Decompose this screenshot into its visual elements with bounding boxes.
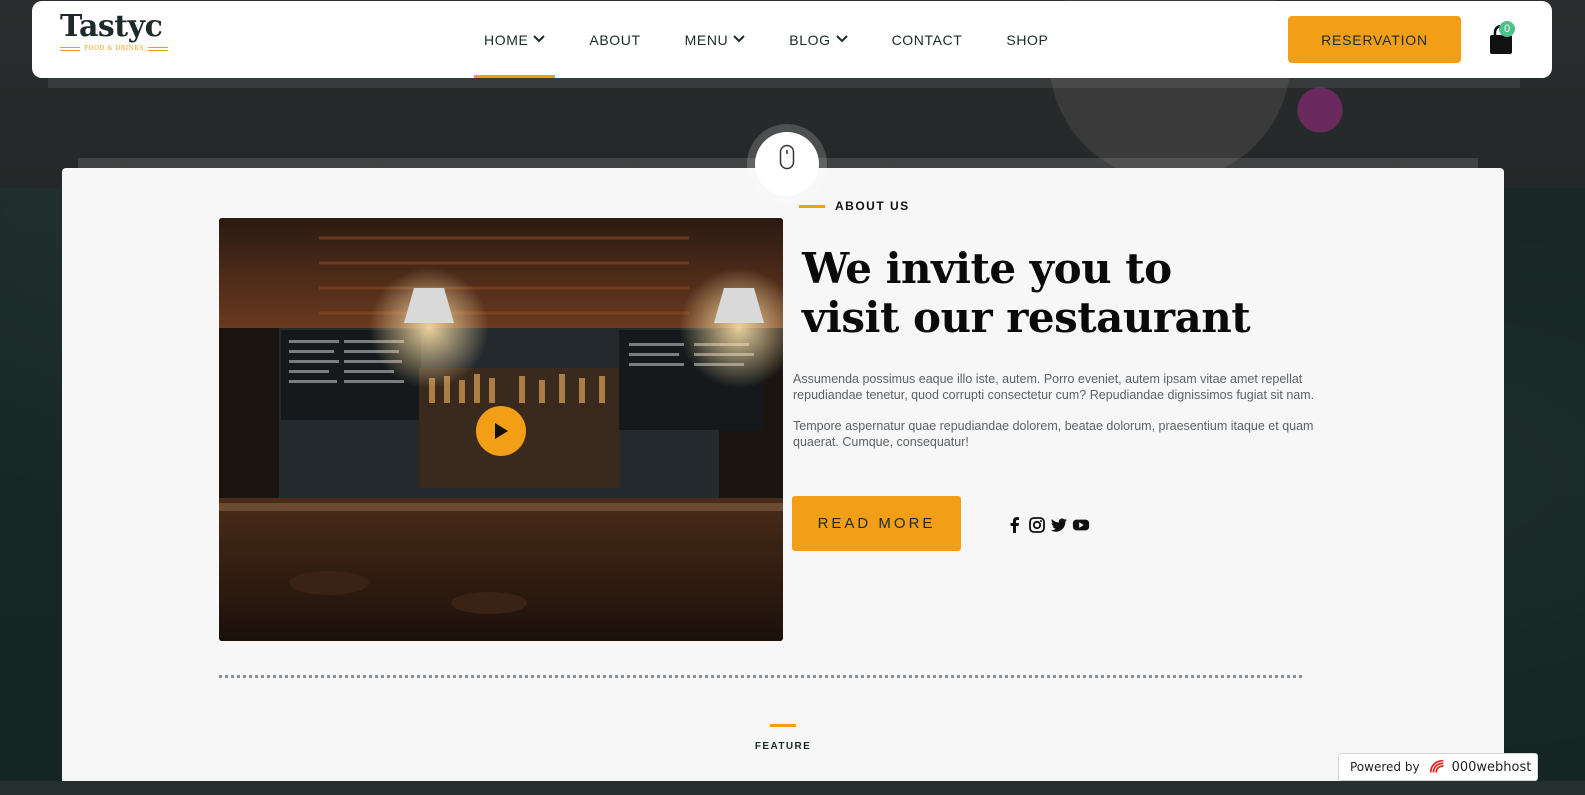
eyebrow-accent-line — [799, 204, 825, 208]
nav-item-menu[interactable]: MENU — [675, 1, 756, 78]
logo[interactable]: Tastyc FOOD & DRINKS — [60, 11, 170, 61]
nav-item-shop[interactable]: SHOP — [996, 1, 1058, 78]
scroll-indicator[interactable] — [755, 132, 819, 196]
nav-item-home[interactable]: HOME — [474, 1, 556, 78]
mouse-icon — [779, 144, 795, 174]
nav-item-about[interactable]: ABOUT — [579, 1, 650, 78]
cart-button[interactable]: 0 — [1488, 21, 1516, 59]
youtube-icon[interactable] — [1072, 516, 1090, 534]
logo-name: Tastyc — [60, 9, 163, 44]
main-nav: HOME ABOUT MENU BLOG CONTACT SHOP — [474, 1, 1082, 78]
play-video-button[interactable] — [476, 406, 526, 456]
section-heading: We invite you to visit our restaurant — [802, 244, 1402, 342]
powered-by-prefix: Powered by — [1350, 760, 1420, 774]
chevron-down-icon — [733, 34, 745, 46]
play-icon — [493, 422, 509, 440]
chevron-down-icon — [835, 34, 848, 46]
site-header: Tastyc FOOD & DRINKS HOME ABOUT MENU BLO… — [32, 1, 1552, 78]
about-paragraph-1: Assumenda possimus eaque illo iste, aute… — [793, 372, 1315, 402]
logo-line-left — [60, 46, 80, 51]
webhost-logo-icon — [1428, 758, 1448, 776]
feature-label: FEATURE — [754, 741, 812, 752]
section-divider — [219, 675, 1302, 678]
logo-tagline: FOOD & DRINKS — [84, 45, 145, 52]
logo-line-right — [148, 46, 169, 51]
eyebrow-label: ABOUT US — [835, 199, 910, 213]
instagram-icon[interactable] — [1028, 516, 1046, 534]
reservation-button[interactable]: RESERVATION — [1288, 16, 1461, 63]
nav-item-label: BLOG — [789, 31, 831, 48]
social-links — [1006, 516, 1090, 534]
facebook-icon[interactable] — [1006, 516, 1024, 534]
nav-item-label: SHOP — [1006, 31, 1049, 48]
window-bottom-edge — [0, 781, 1585, 795]
header-shadow-strip — [48, 78, 1520, 88]
logo-tagline-row: FOOD & DRINKS — [60, 45, 170, 52]
restaurant-video-thumbnail — [219, 218, 783, 641]
cart-count-badge: 0 — [1499, 21, 1515, 37]
nav-item-contact[interactable]: CONTACT — [882, 1, 973, 78]
nav-item-blog[interactable]: BLOG — [779, 1, 857, 78]
nav-item-label: CONTACT — [891, 31, 963, 48]
nav-item-label: MENU — [684, 31, 729, 48]
feature-accent-line — [770, 724, 796, 727]
about-paragraph-2: Tempore aspernatur quae repudiandae dolo… — [793, 419, 1314, 449]
nav-item-label: ABOUT — [589, 31, 641, 48]
nav-item-label: HOME — [484, 31, 529, 48]
read-more-button[interactable]: READ MORE — [792, 496, 961, 551]
shopping-bag-icon — [1488, 24, 1514, 59]
heading-line-2: visit our restaurant — [802, 293, 1251, 342]
powered-by-brand: 000webhost — [1451, 759, 1532, 775]
chevron-down-icon — [533, 34, 546, 46]
heading-line-1: We invite you to — [802, 244, 1172, 293]
powered-by-badge[interactable]: Powered by 000webhost — [1338, 753, 1538, 781]
section-eyebrow: ABOUT US — [799, 199, 910, 213]
twitter-icon[interactable] — [1050, 516, 1068, 534]
